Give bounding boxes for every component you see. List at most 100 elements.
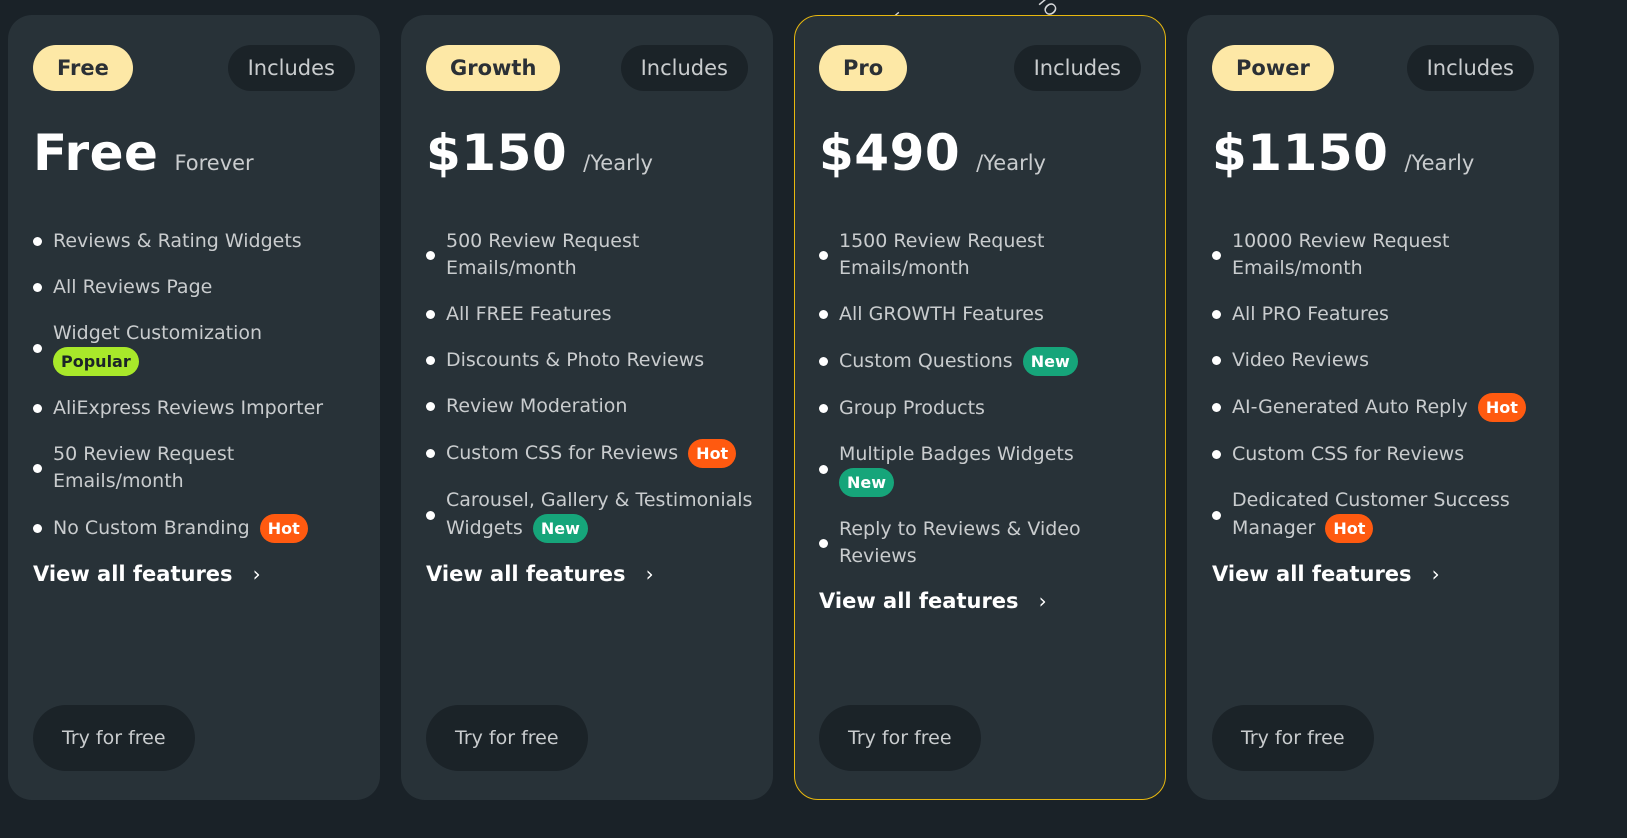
plan-card-growth: Growth Includes $150 /Yearly 500 Review … — [401, 15, 773, 800]
feature-item: 10000 Review Request Emails/month — [1212, 228, 1540, 282]
view-all-features-link[interactable]: View all features › — [33, 562, 361, 586]
tag-new: New — [532, 514, 588, 543]
try-for-free-button[interactable]: Try for free — [33, 705, 195, 771]
includes-button[interactable]: Includes — [620, 45, 748, 91]
tag-hot: Hot — [688, 439, 737, 468]
tag-hot: Hot — [1477, 393, 1526, 422]
feature-text: All FREE Features — [446, 303, 612, 325]
feature-list: 500 Review Request Emails/month All FREE … — [426, 228, 754, 586]
bullet-icon — [33, 404, 42, 413]
feature-text: Review Moderation — [446, 395, 628, 417]
feature-item: Custom CSS for Reviews — [1212, 441, 1540, 468]
feature-text: Multiple Badges Widgets — [839, 443, 1074, 465]
chevron-right-icon: › — [252, 562, 261, 586]
feature-item: No Custom Branding Hot — [33, 514, 361, 543]
feature-text: Custom CSS for Reviews — [1232, 443, 1465, 465]
bullet-icon — [426, 510, 435, 520]
bullet-icon — [33, 283, 42, 292]
feature-text: All Reviews Page — [53, 276, 213, 298]
view-all-label: View all features — [33, 562, 233, 586]
price-row: $1150 /Yearly — [1212, 124, 1474, 182]
feature-item: Discounts & Photo Reviews — [426, 347, 754, 374]
feature-text: Custom CSS for Reviews — [446, 442, 679, 464]
feature-text: Group Products — [839, 397, 985, 419]
feature-item: Carousel, Gallery & Testimonials Widgets… — [426, 487, 754, 543]
feature-text: All GROWTH Features — [839, 303, 1044, 325]
chevron-right-icon: › — [645, 562, 654, 586]
feature-item: All Reviews Page — [33, 274, 361, 301]
plan-card-pro: Pro Includes $490 /Yearly 1500 Review Re… — [794, 15, 1166, 800]
includes-button[interactable]: Includes — [227, 45, 355, 91]
feature-item: All PRO Features — [1212, 301, 1540, 328]
price: $150 — [426, 124, 568, 182]
view-all-features-link[interactable]: View all features › — [426, 562, 754, 586]
feature-list: Reviews & Rating Widgets All Reviews Page… — [33, 228, 361, 586]
tag-popular: Popular — [53, 347, 139, 376]
feature-item: Custom Questions New — [819, 347, 1147, 376]
tag-hot: Hot — [1325, 514, 1374, 543]
feature-text: AliExpress Reviews Importer — [53, 397, 324, 419]
feature-item: All FREE Features — [426, 301, 754, 328]
feature-text: Carousel, Gallery & Testimonials Widgets — [446, 489, 753, 539]
feature-item: Review Moderation — [426, 393, 754, 420]
feature-list: 1500 Review Request Emails/month All GROW… — [819, 228, 1147, 613]
bullet-icon — [1212, 310, 1221, 319]
bullet-icon — [1212, 250, 1221, 260]
bullet-icon — [1212, 356, 1221, 365]
includes-button[interactable]: Includes — [1406, 45, 1534, 91]
feature-item: 1500 Review Request Emails/month — [819, 228, 1147, 282]
bullet-icon — [426, 250, 435, 260]
chevron-right-icon: › — [1038, 589, 1047, 613]
view-all-label: View all features — [426, 562, 626, 586]
feature-text: All PRO Features — [1232, 303, 1389, 325]
bullet-icon — [426, 310, 435, 319]
bullet-icon — [819, 464, 828, 474]
bullet-icon — [33, 463, 42, 473]
view-all-label: View all features — [819, 589, 1019, 613]
price-row: Free Forever — [33, 124, 254, 182]
plan-card-free: Free Includes Free Forever Reviews & Rat… — [8, 15, 380, 800]
feature-text: No Custom Branding — [53, 517, 250, 539]
bullet-icon — [33, 343, 42, 353]
feature-item: AI-Generated Auto Reply Hot — [1212, 393, 1540, 422]
billing-period: /Yearly — [976, 151, 1046, 175]
feature-text: 50 Review Request Emails/month — [53, 443, 235, 492]
bullet-icon — [819, 310, 828, 319]
tier-badge: Pro — [819, 45, 908, 91]
price: Free — [33, 124, 159, 182]
feature-item: Custom CSS for Reviews Hot — [426, 439, 754, 468]
feature-text: Reviews & Rating Widgets — [53, 230, 302, 252]
feature-item: Dedicated Customer Success Manager Hot — [1212, 487, 1540, 543]
view-all-features-link[interactable]: View all features › — [1212, 562, 1540, 586]
feature-item: Widget Customization Popular — [33, 320, 361, 376]
feature-text: 10000 Review Request Emails/month — [1232, 230, 1450, 279]
feature-item: Video Reviews — [1212, 347, 1540, 374]
pricing-cards: Free Includes Free Forever Reviews & Rat… — [8, 15, 1559, 800]
bullet-icon — [33, 524, 42, 533]
bullet-icon — [426, 402, 435, 411]
feature-item: All GROWTH Features — [819, 301, 1147, 328]
price: $490 — [819, 124, 961, 182]
feature-item: 500 Review Request Emails/month — [426, 228, 754, 282]
view-all-features-link[interactable]: View all features › — [819, 589, 1147, 613]
feature-text: Reply to Reviews & Video Reviews — [839, 518, 1081, 567]
bullet-icon — [819, 250, 828, 260]
try-for-free-button[interactable]: Try for free — [819, 705, 981, 771]
try-for-free-button[interactable]: Try for free — [426, 705, 588, 771]
tag-new: New — [1022, 347, 1078, 376]
feature-text: Video Reviews — [1232, 349, 1369, 371]
feature-item: Group Products — [819, 395, 1147, 422]
includes-button[interactable]: Includes — [1013, 45, 1141, 91]
billing-period: Forever — [174, 151, 254, 175]
tier-badge: Free — [33, 45, 133, 91]
tag-hot: Hot — [259, 514, 308, 543]
bullet-icon — [426, 449, 435, 458]
feature-text: 1500 Review Request Emails/month — [839, 230, 1045, 279]
bullet-icon — [819, 357, 828, 366]
bullet-icon — [1212, 510, 1221, 520]
feature-text: Widget Customization — [53, 322, 263, 344]
feature-text: Discounts & Photo Reviews — [446, 349, 705, 371]
feature-list: 10000 Review Request Emails/month All PRO… — [1212, 228, 1540, 586]
feature-text: 500 Review Request Emails/month — [446, 230, 640, 279]
try-for-free-button[interactable]: Try for free — [1212, 705, 1374, 771]
